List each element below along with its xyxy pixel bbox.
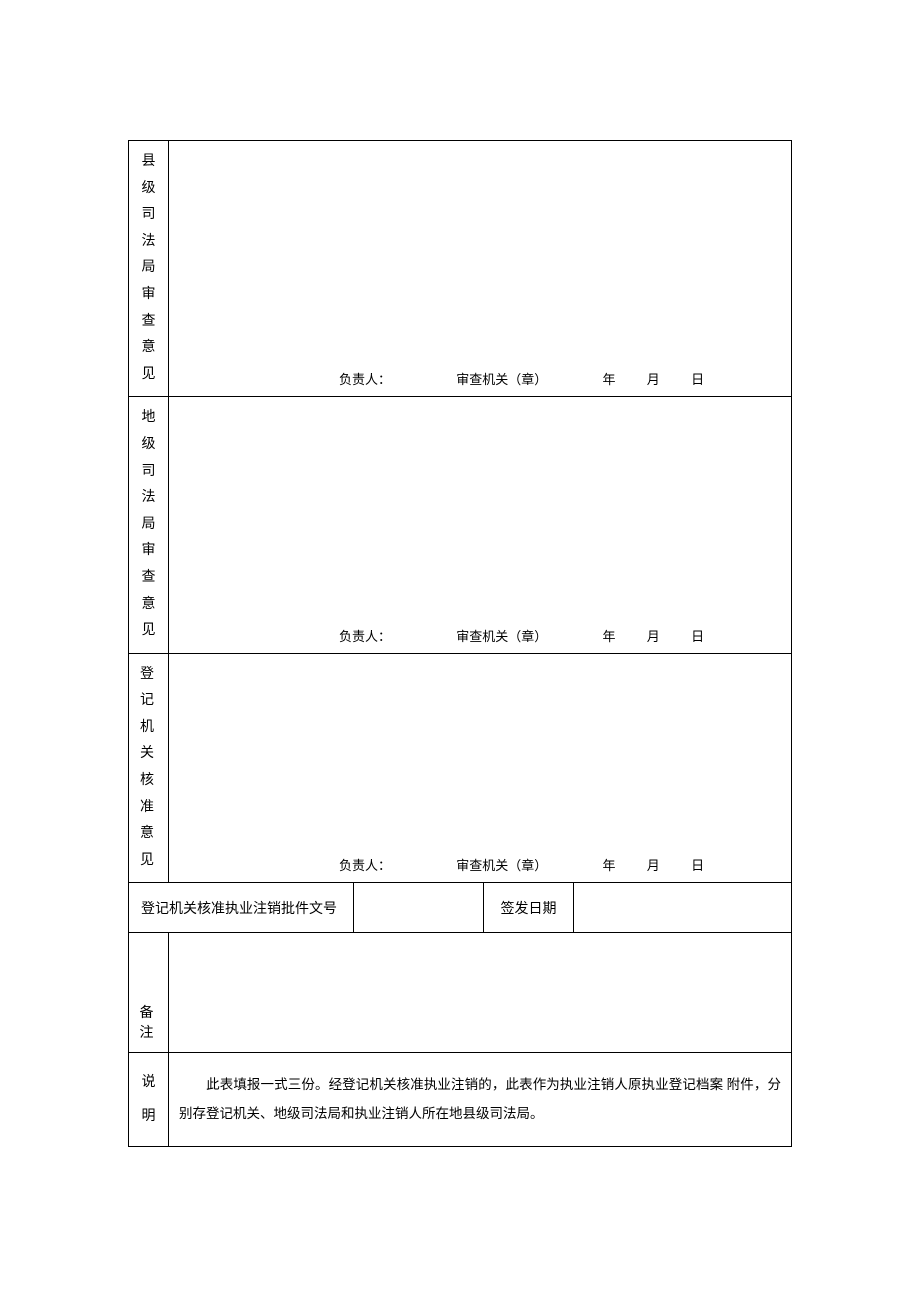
explain-text: 此表填报一式三份。经登记机关核准执业注销的，此表作为执业注销人原执业登记档案 附… — [169, 1053, 792, 1147]
responsible-label: 负责人： — [339, 626, 391, 645]
county-opinion-cell[interactable]: 负责人： 审查机关（章） 年 月 日 — [169, 141, 792, 397]
prefecture-sign-line: 负责人： 审查机关（章） 年 月 日 — [169, 626, 791, 645]
issue-date-value[interactable] — [574, 883, 792, 933]
review-org-label: 审查机关（章） — [456, 626, 547, 645]
day-label: 日 — [691, 626, 704, 645]
prefecture-opinion-label: 地 级 司 法 局 审 查 意 见 — [129, 397, 169, 653]
explain-label: 说 明 — [129, 1053, 169, 1147]
registration-opinion-label: 登 记 机 关 核 准 意 见 — [129, 653, 169, 883]
registration-sign-line: 负责人： 审查机关（章） 年 月 日 — [169, 855, 791, 874]
month-label: 月 — [647, 855, 660, 874]
issue-date-label: 签发日期 — [484, 883, 574, 933]
responsible-label: 负责人： — [339, 855, 391, 874]
county-opinion-label: 县 级 司 法 局 审 查 意 见 — [129, 141, 169, 397]
review-org-label: 审查机关（章） — [456, 855, 547, 874]
remark-label: 备 注 — [129, 933, 169, 1053]
day-label: 日 — [691, 855, 704, 874]
docno-label: 登记机关核准执业注销批件文号 — [129, 883, 354, 933]
approval-table: 县 级 司 法 局 审 查 意 见 负责人： 审查机关（章） 年 月 日 — [128, 140, 792, 1147]
year-label: 年 — [603, 626, 616, 645]
year-label: 年 — [603, 855, 616, 874]
county-sign-line: 负责人： 审查机关（章） 年 月 日 — [169, 369, 791, 388]
month-label: 月 — [647, 369, 660, 388]
docno-value[interactable] — [354, 883, 484, 933]
review-org-label: 审查机关（章） — [456, 369, 547, 388]
month-label: 月 — [647, 626, 660, 645]
responsible-label: 负责人： — [339, 369, 391, 388]
prefecture-opinion-cell[interactable]: 负责人： 审查机关（章） 年 月 日 — [169, 397, 792, 653]
registration-opinion-cell[interactable]: 负责人： 审查机关（章） 年 月 日 — [169, 653, 792, 883]
year-label: 年 — [603, 369, 616, 388]
day-label: 日 — [691, 369, 704, 388]
remark-cell[interactable] — [169, 933, 792, 1053]
